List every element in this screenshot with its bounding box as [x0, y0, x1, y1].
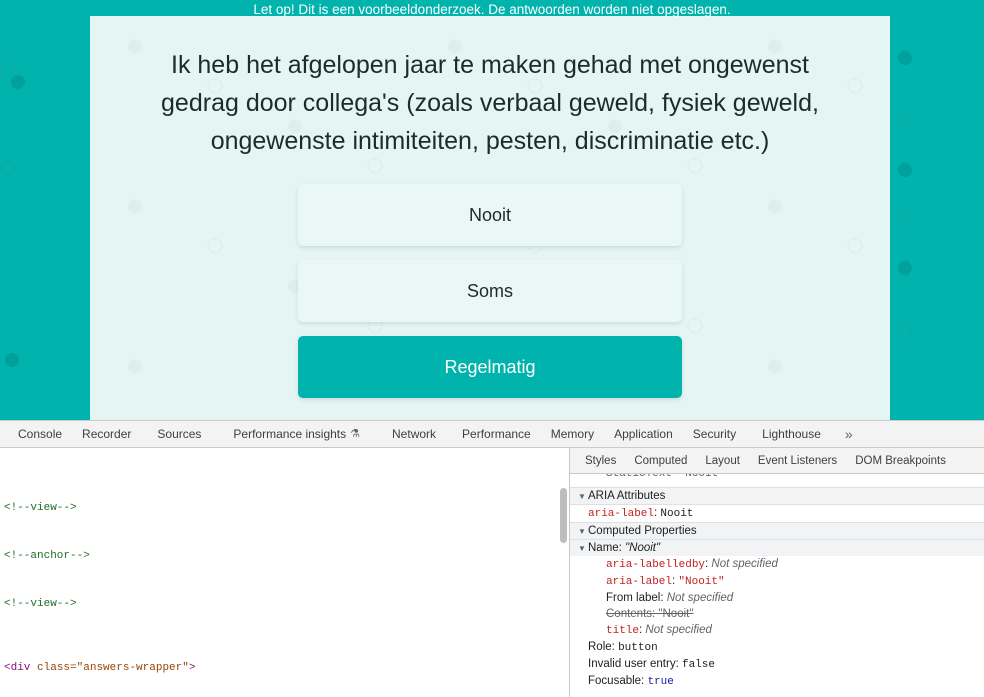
computed-properties-section-header[interactable]: ▼ Computed Properties — [570, 522, 984, 540]
tab-computed[interactable]: Computed — [625, 448, 696, 474]
sidebar-tabbar: Styles Computed Layout Event Listeners D… — [570, 448, 984, 474]
tab-styles[interactable]: Styles — [576, 448, 625, 474]
answer-button-regelmatig[interactable]: Regelmatig — [298, 336, 682, 398]
tab-performance-insights[interactable]: Performance insights ⚗ — [217, 421, 376, 447]
screen-root: Let op! Dit is een voorbeeldonderzoek. D… — [0, 0, 984, 697]
name-key: Name: — [588, 542, 622, 554]
tab-sources-label: Sources — [157, 426, 202, 441]
tab-lighthouse-label: Lighthouse — [762, 426, 821, 441]
elements-dom-tree[interactable]: <!--view--> <!--anchor--> <!--view--> <d… — [0, 448, 570, 697]
aria-attributes-title: ARIA Attributes — [588, 490, 666, 502]
computed-row-aria-label: aria-label: "Nooit" — [606, 575, 725, 588]
computed-row-contents: Contents: "Nooit" — [606, 608, 694, 620]
tab-network[interactable]: Network — [376, 421, 452, 447]
answer-button-soms[interactable]: Soms — [298, 260, 682, 322]
dom-line-comment-anchor-1[interactable]: <!--anchor--> — [0, 548, 569, 564]
tab-console[interactable]: Console — [8, 421, 72, 447]
computed-row-focusable: Focusable: true — [588, 675, 674, 688]
answer-button-nooit[interactable]: Nooit — [298, 184, 682, 246]
dom-line-comment-view-2[interactable]: <!--view--> — [0, 596, 569, 612]
tab-dom-breakpoints[interactable]: DOM Breakpoints — [846, 448, 955, 474]
tab-security[interactable]: Security — [683, 421, 746, 447]
tab-application-label: Application — [614, 426, 673, 441]
answers-wrapper: Nooit Soms Regelmatig — [90, 184, 890, 398]
dom-line-comment-view-1[interactable]: <!--view--> — [0, 500, 569, 516]
accessibility-tree-clipped-row[interactable]: StaticText "Nooit" — [570, 474, 984, 487]
tab-network-label: Network — [392, 426, 437, 441]
preview-notice-banner: Let op! Dit is een voorbeeldonderzoek. D… — [253, 2, 731, 17]
aria-attribute-row: aria-label: Nooit — [588, 507, 694, 520]
tab-performance-insights-label: Performance insights — [233, 426, 347, 441]
question-text: Ik heb het afgelopen jaar te maken gehad… — [161, 51, 819, 155]
aria-label-key: aria-label — [588, 508, 655, 520]
more-tabs-chevron-icon[interactable]: » — [837, 426, 861, 442]
tab-sources[interactable]: Sources — [141, 421, 217, 447]
name-value: "Nooit" — [625, 542, 661, 554]
computed-row-role: Role: button — [588, 641, 658, 654]
survey-page: Let op! Dit is een voorbeeldonderzoek. D… — [0, 0, 984, 420]
tab-memory-label: Memory — [550, 426, 595, 441]
tab-event-listeners[interactable]: Event Listeners — [749, 448, 846, 474]
tab-lighthouse[interactable]: Lighthouse — [746, 421, 837, 447]
computed-row-title: title: Not specified — [606, 624, 712, 637]
aria-label-value: Nooit — [660, 508, 694, 520]
static-text-node-label: StaticText "Nooit" — [606, 474, 725, 480]
elements-sidebar: Styles Computed Layout Event Listeners D… — [570, 448, 984, 697]
computed-row-from-label: From label: Not specified — [606, 592, 734, 604]
chevron-down-icon: ▼ — [578, 544, 586, 553]
tab-performance[interactable]: Performance — [452, 421, 541, 447]
devtools-body: <!--view--> <!--anchor--> <!--view--> <d… — [0, 448, 984, 697]
chevron-down-icon: ▼ — [578, 527, 586, 536]
tab-memory[interactable]: Memory — [541, 421, 604, 447]
tab-application[interactable]: Application — [604, 421, 683, 447]
computed-row-invalid-user-entry: Invalid user entry: false — [588, 658, 715, 671]
tab-performance-label: Performance — [462, 426, 531, 441]
dom-line-answers-wrapper[interactable]: <div class="answers-wrapper"> — [0, 660, 569, 676]
dom-lines: <!--view--> <!--anchor--> <!--view--> <d… — [0, 448, 569, 697]
aria-attributes-section-header[interactable]: ▼ ARIA Attributes — [570, 487, 984, 505]
tab-recorder[interactable]: Recorder — [72, 421, 141, 447]
chevron-down-icon: ▼ — [578, 492, 586, 501]
tab-console-label: Console — [18, 426, 63, 441]
computed-row-aria-labelledby: aria-labelledby: Not specified — [606, 558, 778, 571]
dom-tree-scrollbar[interactable] — [560, 488, 567, 543]
tab-recorder-label: Recorder — [82, 426, 132, 441]
computed-name-row[interactable]: ▼ Name: "Nooit" — [570, 540, 984, 556]
tab-security-label: Security — [692, 426, 737, 441]
devtools-tabbar: Console Recorder Sources Performance ins… — [0, 421, 984, 448]
devtools-panel: Console Recorder Sources Performance ins… — [0, 420, 984, 697]
survey-card: Ik heb het afgelopen jaar te maken gehad… — [90, 16, 890, 420]
flask-icon: ⚗ — [350, 427, 361, 440]
computed-properties-title: Computed Properties — [588, 525, 697, 537]
tab-layout[interactable]: Layout — [696, 448, 749, 474]
accessibility-pane: StaticText "Nooit" ▼ ARIA Attributes aria… — [570, 474, 984, 690]
